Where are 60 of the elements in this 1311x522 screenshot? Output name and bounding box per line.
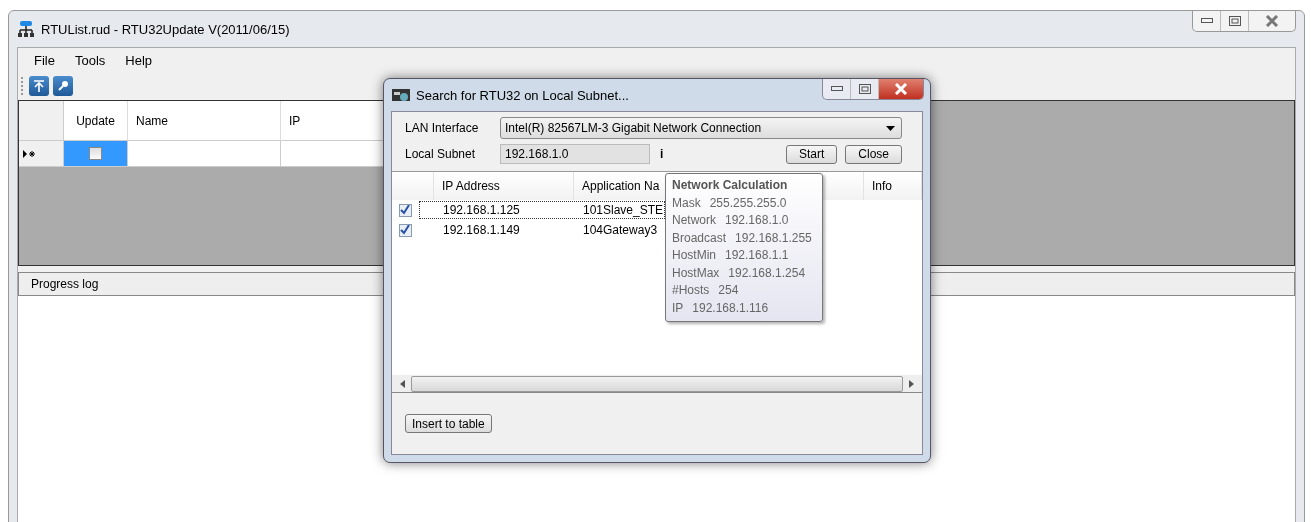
network-icon [17, 21, 35, 37]
input-field[interactable]: 192.168.1.0 [500, 144, 650, 164]
tooltip-value: 254 [718, 282, 739, 299]
tooltip-value: 192.168.1.1 [725, 247, 789, 264]
tooltip-label: Mask [672, 194, 701, 212]
maximize-icon [858, 84, 871, 94]
column-header[interactable]: Info [864, 172, 922, 200]
column-header[interactable]: Update [64, 101, 128, 141]
close-icon [894, 83, 908, 95]
application-name: 104Gateway3 [582, 223, 658, 237]
upload-icon [33, 80, 45, 92]
maximize-icon [1228, 16, 1241, 26]
menu-item[interactable]: Help [115, 52, 163, 68]
ip-address: 192.168.1.149 [442, 223, 521, 237]
close-icon [1265, 15, 1279, 27]
field-label: Local Subnet [405, 147, 477, 161]
search-window-icon [392, 88, 410, 102]
tooltip-label: Broadcast [672, 229, 727, 247]
tooltip-label: #Hosts [672, 282, 710, 299]
close-button[interactable] [879, 79, 923, 99]
table-cell[interactable] [64, 141, 128, 167]
menu-item[interactable]: Tools [64, 52, 116, 68]
column-header[interactable]: IP Address [434, 172, 574, 200]
scroll-right-icon[interactable] [909, 379, 914, 388]
window-title: RTUList.rud - RTU32Update V(2011/06/15) [41, 21, 290, 37]
tooltip-label: Network [672, 212, 716, 229]
ip-address: 192.168.1.125 [442, 203, 521, 217]
tooltip-value: 255.255.255.0 [709, 194, 787, 212]
scroll-left-icon[interactable] [400, 379, 405, 388]
table-cell[interactable] [128, 141, 281, 167]
panel-title: Progress log [31, 277, 99, 291]
search-button[interactable] [53, 76, 73, 96]
tooltip-label: HostMax [672, 264, 720, 282]
checkbox[interactable] [89, 147, 102, 160]
dropdown[interactable]: Intel(R) 82567LM-3 Gigabit Network Connection [500, 117, 902, 139]
info-marker[interactable]: i [660, 147, 664, 161]
upload-button[interactable] [29, 76, 49, 96]
insert-button[interactable]: Insert to table [405, 414, 492, 433]
search-icon [57, 80, 69, 92]
tooltip-value: 192.168.1.0 [725, 212, 789, 229]
dialog-title: Search for RTU32 on Local Subnet... [416, 87, 629, 103]
dialog-button[interactable]: Close [845, 144, 902, 164]
tooltip-label: IP [672, 299, 684, 317]
minimize-icon [830, 86, 843, 92]
tooltip-title: Network Calculation [672, 177, 789, 194]
dropdown-arrow-icon [886, 125, 895, 131]
checkbox[interactable] [399, 223, 412, 237]
tooltip-value: 192.168.1.116 [692, 299, 769, 317]
dialog-button[interactable]: Start [785, 144, 838, 164]
menu-item[interactable]: File [24, 52, 65, 68]
checkbox[interactable] [399, 203, 412, 217]
column-header[interactable]: Name [128, 101, 281, 141]
list-row[interactable]: 192.168.1.125 101Slave_STE [419, 201, 665, 219]
minimize-icon [1200, 18, 1213, 24]
tooltip-value: 192.168.1.254 [728, 264, 806, 282]
toolbar-grip[interactable] [21, 77, 25, 95]
application-name: 101Slave_STE [582, 203, 664, 217]
tooltip-value: 192.168.1.255 [735, 229, 812, 247]
tooltip-label: HostMin [672, 247, 716, 264]
list-row[interactable]: 192.168.1.149 104Gateway3 [419, 221, 665, 239]
